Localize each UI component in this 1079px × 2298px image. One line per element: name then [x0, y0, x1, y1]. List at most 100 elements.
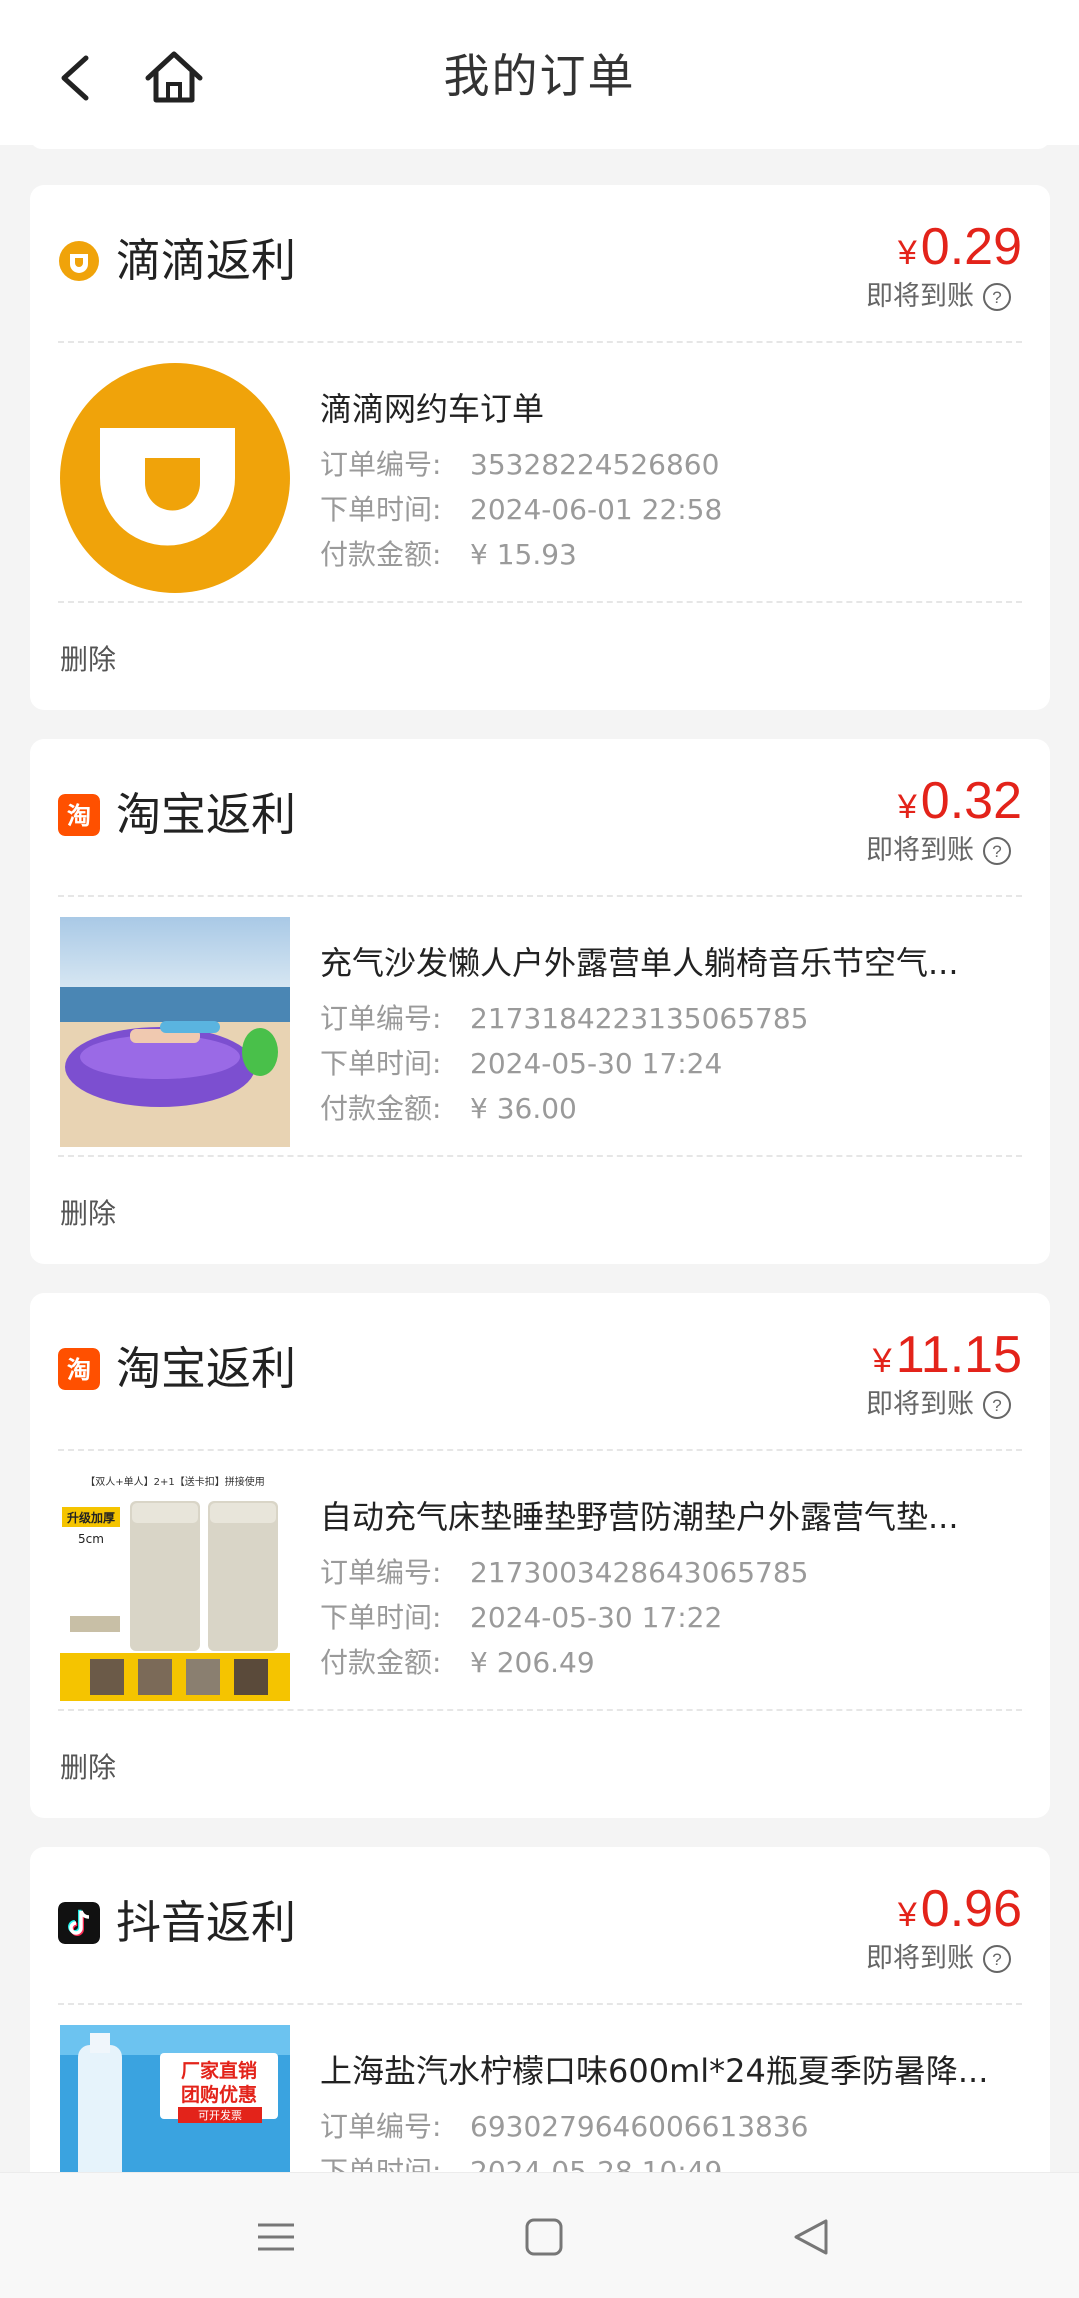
currency-symbol: ¥	[897, 1896, 917, 1934]
payment-label: 付款金额:	[320, 1092, 442, 1125]
order-list[interactable]: 滴滴返利 ¥0.29 即将到账 ? 滴滴网约车订单 订单编号: 353282245…	[0, 145, 1079, 2172]
thumb-line1: 厂家直销	[181, 2059, 257, 2082]
status-text: 即将到账	[866, 281, 974, 312]
platform-name: 抖音返利	[116, 1896, 297, 1949]
svg-text:淘: 淘	[67, 1356, 91, 1384]
order-number-label: 订单编号:	[320, 448, 442, 481]
thumb-badge-text: 升级加厚	[67, 1510, 115, 1525]
taobao-logo-icon: 淘	[58, 794, 100, 836]
thumb-line3: 可开发票	[198, 2108, 242, 2122]
order-number-row: 订单编号: 6930279646006613836	[320, 2107, 808, 2147]
divider	[58, 2003, 1022, 2005]
delete-button[interactable]: 删除	[60, 1748, 116, 1788]
status-text: 即将到账	[866, 1389, 974, 1420]
platform-name: 淘宝返利	[116, 1342, 297, 1395]
order-time: 2024-06-01 22:58	[470, 493, 723, 526]
order-number-row: 订单编号: 2173184223135065785	[320, 999, 808, 1039]
divider	[58, 1155, 1022, 1157]
platform-name: 滴滴返利	[116, 234, 297, 287]
product-thumbnail[interactable]	[60, 917, 290, 1147]
rebate-status[interactable]: 即将到账 ?	[866, 831, 1012, 871]
product-thumbnail[interactable]	[60, 363, 290, 593]
order-number-label: 订单编号:	[320, 1556, 442, 1589]
product-title: 自动充气床垫睡垫野营防潮垫户外露营气垫...	[320, 1498, 959, 1536]
order-time-label: 下单时间:	[320, 1601, 442, 1634]
svg-text:?: ?	[992, 288, 1001, 307]
order-time: 2024-05-28 10:49	[470, 2155, 723, 2172]
help-icon[interactable]: ?	[982, 1944, 1012, 1974]
order-number: 2173003428643065785	[470, 1556, 809, 1589]
air-mattress-photo: 【双人+单人】2+1【送卡扣】拼接使用 升级加厚 5cm	[60, 1471, 290, 1701]
status-text: 即将到账	[866, 835, 974, 866]
beach-sofa-photo	[60, 917, 290, 1147]
order-time-row: 下单时间: 2024-05-28 10:49	[320, 2152, 722, 2172]
divider	[58, 341, 1022, 343]
payment-amount: ¥ 36.00	[470, 1092, 577, 1125]
order-number-row: 订单编号: 2173003428643065785	[320, 1553, 808, 1593]
rebate-status[interactable]: 即将到账 ?	[866, 1385, 1012, 1425]
order-time-row: 下单时间: 2024-05-30 17:24	[320, 1044, 722, 1084]
payment-label: 付款金额:	[320, 1646, 442, 1679]
rebate-value: 0.32	[920, 772, 1022, 830]
order-time-row: 下单时间: 2024-05-30 17:22	[320, 1598, 722, 1638]
rebate-value: 0.96	[920, 1880, 1022, 1938]
didi-logo-icon	[59, 241, 99, 281]
thumb-size-text: 5cm	[78, 1532, 104, 1546]
delete-button[interactable]: 删除	[60, 640, 116, 680]
order-number: 35328224526860	[470, 448, 720, 481]
order-number-label: 订单编号:	[320, 2110, 442, 2143]
svg-text:淘: 淘	[67, 802, 91, 830]
rebate-value: 0.29	[920, 218, 1022, 276]
order-time: 2024-05-30 17:22	[470, 1601, 723, 1634]
menu-icon[interactable]	[248, 2209, 304, 2265]
payment-amount: ¥ 15.93	[470, 538, 577, 571]
status-text: 即将到账	[866, 1943, 974, 1974]
help-icon[interactable]: ?	[982, 1390, 1012, 1420]
order-card[interactable]: 抖音返利 ¥0.96 即将到账 ? 厂家直销 团购优惠 可开发票 上海盐汽水柠檬…	[30, 1847, 1050, 2172]
payment-row: 付款金额: ¥ 15.93	[320, 535, 577, 575]
order-number-row: 订单编号: 35328224526860	[320, 445, 719, 485]
order-time: 2024-05-30 17:24	[470, 1047, 723, 1080]
divider	[58, 601, 1022, 603]
help-icon[interactable]: ?	[982, 282, 1012, 312]
rebate-value: 11.15	[895, 1326, 1022, 1384]
product-title: 充气沙发懒人户外露营单人躺椅音乐节空气...	[320, 944, 959, 982]
payment-row: 付款金额: ¥ 36.00	[320, 1089, 577, 1129]
product-thumbnail[interactable]: 【双人+单人】2+1【送卡扣】拼接使用 升级加厚 5cm	[60, 1471, 290, 1701]
product-title: 滴滴网约车订单	[320, 390, 545, 428]
system-nav-bar	[0, 2172, 1079, 2298]
payment-amount: ¥ 206.49	[470, 1646, 595, 1679]
currency-symbol: ¥	[872, 1342, 892, 1380]
order-time-label: 下单时间:	[320, 2155, 442, 2172]
order-time-label: 下单时间:	[320, 493, 442, 526]
square-home-icon[interactable]	[516, 2209, 572, 2265]
currency-symbol: ¥	[897, 788, 917, 826]
svg-text:?: ?	[992, 1950, 1001, 1969]
header-bar: 我的订单	[0, 0, 1079, 145]
help-icon[interactable]: ?	[982, 836, 1012, 866]
order-card[interactable]: 淘 淘宝返利 ¥11.15 即将到账 ? 【双人+单人】2+1【送卡扣】拼接使用…	[30, 1293, 1050, 1818]
triangle-back-icon[interactable]	[784, 2209, 840, 2265]
delete-button[interactable]: 删除	[60, 1194, 116, 1234]
thumb-top-text: 【双人+单人】2+1【送卡扣】拼接使用	[85, 1475, 264, 1488]
thumb-line2: 团购优惠	[181, 2083, 257, 2106]
divider	[58, 895, 1022, 897]
divider	[58, 1709, 1022, 1711]
soda-bottle-photo: 厂家直销 团购优惠 可开发票	[60, 2025, 290, 2172]
order-card[interactable]: 滴滴返利 ¥0.29 即将到账 ? 滴滴网约车订单 订单编号: 353282245…	[30, 185, 1050, 710]
order-time-row: 下单时间: 2024-06-01 22:58	[320, 490, 722, 530]
rebate-status[interactable]: 即将到账 ?	[866, 277, 1012, 317]
rebate-status[interactable]: 即将到账 ?	[866, 1939, 1012, 1979]
order-card[interactable]: 淘 淘宝返利 ¥0.32 即将到账 ? 充气沙发懒人户外露营单人躺椅音乐节空气.…	[30, 739, 1050, 1264]
douyin-logo-icon	[58, 1902, 100, 1944]
didi-logo-image	[60, 363, 290, 593]
svg-text:?: ?	[992, 1396, 1001, 1415]
order-number: 6930279646006613836	[470, 2110, 809, 2143]
taobao-logo-icon: 淘	[58, 1348, 100, 1390]
payment-label: 付款金额:	[320, 538, 442, 571]
payment-row: 付款金额: ¥ 206.49	[320, 1643, 595, 1683]
page-title: 我的订单	[443, 49, 636, 103]
currency-symbol: ¥	[897, 234, 917, 272]
svg-text:?: ?	[992, 842, 1001, 861]
product-thumbnail[interactable]: 厂家直销 团购优惠 可开发票	[60, 2025, 290, 2172]
